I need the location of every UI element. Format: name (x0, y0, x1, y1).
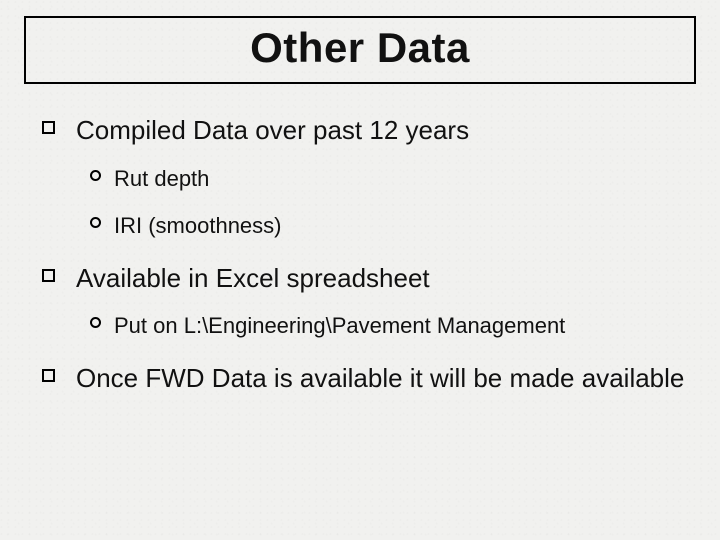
list-item-label: Available in Excel spreadsheet (76, 263, 430, 293)
slide: Other Data Compiled Data over past 12 ye… (0, 0, 720, 540)
title-frame: Other Data (24, 16, 696, 84)
list-item: Once FWD Data is available it will be ma… (42, 362, 688, 395)
list-item: Rut depth (90, 165, 688, 193)
sub-list: Put on L:\Engineering\Pavement Managemen… (76, 312, 688, 340)
list-item-label: Rut depth (114, 166, 209, 191)
sub-list: Rut depth IRI (smoothness) (76, 165, 688, 240)
list-item-label: Put on L:\Engineering\Pavement Managemen… (114, 313, 565, 338)
list-item: IRI (smoothness) (90, 212, 688, 240)
bullet-list: Compiled Data over past 12 years Rut dep… (24, 114, 696, 394)
list-item-label: Once FWD Data is available it will be ma… (76, 363, 684, 393)
slide-title: Other Data (30, 24, 690, 72)
list-item-label: Compiled Data over past 12 years (76, 115, 469, 145)
list-item: Compiled Data over past 12 years Rut dep… (42, 114, 688, 240)
list-item-label: IRI (smoothness) (114, 213, 282, 238)
list-item: Put on L:\Engineering\Pavement Managemen… (90, 312, 688, 340)
list-item: Available in Excel spreadsheet Put on L:… (42, 262, 688, 340)
